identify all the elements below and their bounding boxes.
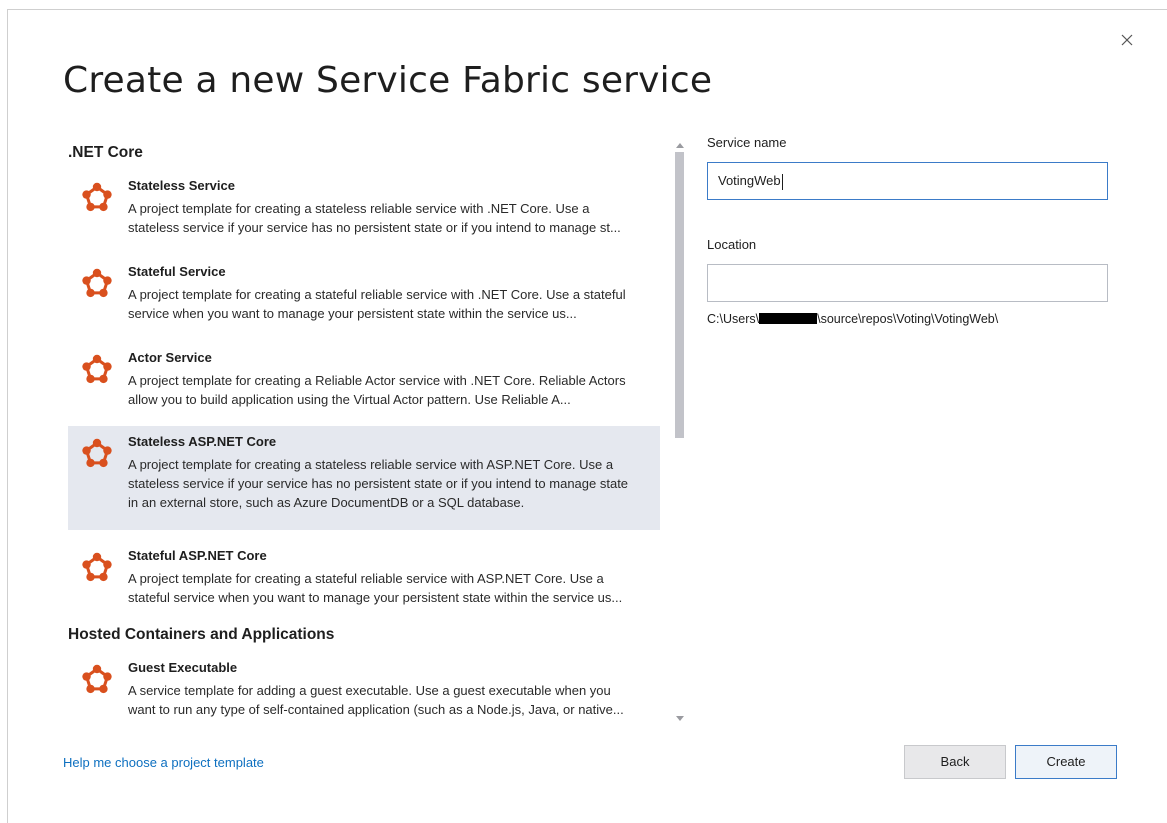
dialog-title: Create a new Service Fabric service	[63, 60, 713, 101]
template-item-stateful-aspnet-core[interactable]: Stateful ASP.NET Core A project template…	[68, 540, 660, 620]
back-button[interactable]: Back	[904, 745, 1006, 779]
close-icon-glyph	[1121, 34, 1133, 46]
template-name: Stateful ASP.NET Core	[128, 548, 267, 563]
service-fabric-icon	[80, 352, 114, 386]
template-name: Guest Executable	[128, 660, 238, 675]
template-name: Stateless ASP.NET Core	[128, 434, 277, 449]
template-name: Stateful Service	[128, 264, 226, 279]
template-description: A project template for creating a statel…	[128, 457, 629, 510]
create-button[interactable]: Create	[1015, 745, 1117, 779]
template-description: A project template for creating a Reliab…	[128, 373, 626, 407]
location-input[interactable]	[707, 264, 1108, 302]
text-caret	[781, 173, 783, 190]
group-header-hosted-containers: Hosted Containers and Applications	[68, 626, 335, 643]
scrollbar-thumb[interactable]	[675, 152, 684, 438]
template-item-stateless-service[interactable]: Stateless Service A project template for…	[68, 170, 660, 250]
template-list-scrollbar[interactable]	[672, 134, 688, 724]
path-prefix: C:\Users\	[707, 312, 760, 326]
project-path: C:\Users\ \source\repos\Voting\VotingWeb\	[707, 312, 998, 326]
template-description: A service template for adding a guest ex…	[128, 683, 624, 717]
template-item-stateful-service[interactable]: Stateful Service A project template for …	[68, 256, 660, 336]
template-item-stateless-aspnet-core[interactable]: Stateless ASP.NET Core A project templat…	[68, 426, 660, 530]
template-description: A project template for creating a statel…	[128, 201, 621, 235]
service-fabric-icon	[80, 266, 114, 300]
service-fabric-icon	[80, 436, 114, 470]
redacted-username	[759, 313, 818, 324]
service-name-value: VotingWeb	[718, 173, 781, 188]
help-choose-template-link[interactable]: Help me choose a project template	[63, 755, 264, 770]
template-description: A project template for creating a statef…	[128, 571, 623, 605]
template-item-guest-executable[interactable]: Guest Executable A service template for …	[68, 652, 660, 724]
service-name-input[interactable]: VotingWeb	[707, 162, 1108, 200]
service-fabric-icon	[80, 550, 114, 584]
location-label: Location	[707, 237, 757, 252]
scroll-up-arrow-icon[interactable]	[675, 138, 685, 148]
template-list: .NET Core Stateless Service A project te…	[62, 134, 688, 724]
path-suffix: \source\repos\Voting\VotingWeb\	[817, 312, 999, 326]
group-header-net-core: .NET Core	[68, 144, 143, 161]
template-item-actor-service[interactable]: Actor Service A project template for cre…	[68, 342, 660, 422]
template-name: Actor Service	[128, 350, 212, 365]
template-description: A project template for creating a statef…	[128, 287, 626, 321]
close-icon[interactable]	[1118, 31, 1136, 49]
template-name: Stateless Service	[128, 178, 235, 193]
service-name-label: Service name	[707, 135, 787, 150]
scroll-down-arrow-icon[interactable]	[675, 710, 685, 721]
service-fabric-icon	[80, 662, 114, 696]
service-fabric-icon	[80, 180, 114, 214]
